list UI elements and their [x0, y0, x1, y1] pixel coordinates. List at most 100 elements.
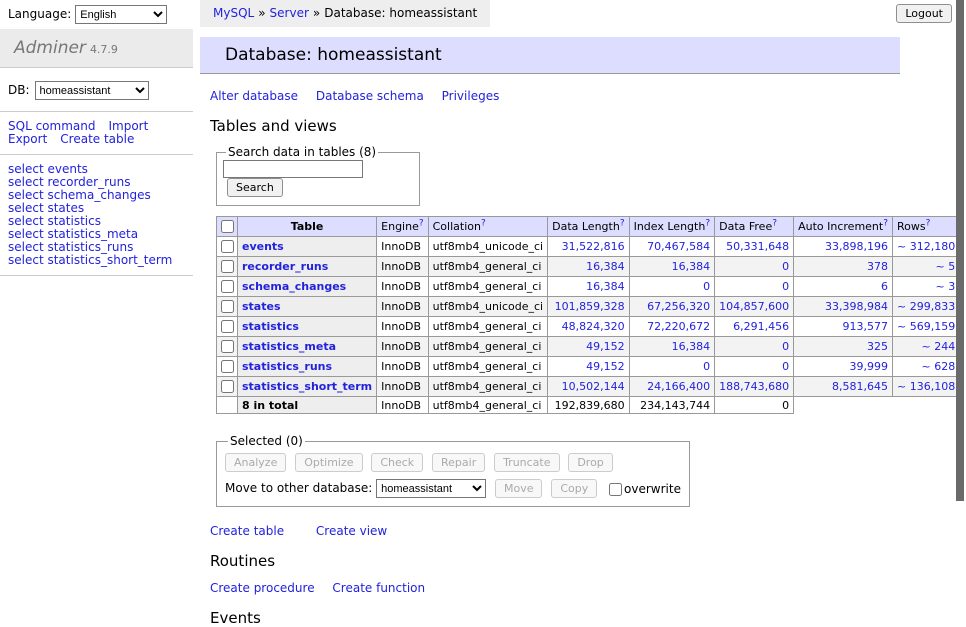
search-input[interactable] [223, 160, 363, 178]
sidebar-item-select-statistics-short-term[interactable]: select statistics_short_term [8, 254, 185, 267]
index-length-link[interactable]: 0 [629, 357, 715, 377]
table-name-link[interactable]: schema_changes [242, 280, 346, 293]
privileges-link[interactable]: Privileges [442, 89, 500, 103]
row-checkbox[interactable] [221, 260, 234, 273]
routines-heading: Routines [210, 552, 958, 570]
table-name-link[interactable]: statistics_short_term [242, 380, 372, 393]
index-length-link[interactable]: 16,384 [629, 337, 715, 357]
data-length-link[interactable]: 10,502,144 [548, 377, 629, 397]
data-length-link[interactable]: 31,522,816 [548, 237, 629, 257]
help-link[interactable]: ? [481, 218, 486, 228]
optimize-button[interactable]: Optimize [295, 453, 362, 472]
rows-count-link[interactable]: ~ 136,108 [893, 377, 960, 397]
move-database-select[interactable]: homeassistant [376, 479, 486, 498]
data-free-link[interactable]: 0 [715, 277, 794, 297]
rows-count-link[interactable]: ~ 569,159 [893, 317, 960, 337]
auto-increment-link[interactable]: 33,898,196 [794, 237, 893, 257]
data-length-link[interactable]: 49,152 [548, 357, 629, 377]
analyze-button[interactable]: Analyze [225, 453, 286, 472]
rows-count-link[interactable]: ~ 3 [893, 277, 960, 297]
index-length-link[interactable]: 70,467,584 [629, 237, 715, 257]
sidebar-link-sql-command[interactable]: SQL command [8, 119, 95, 133]
move-button[interactable]: Move [495, 479, 543, 498]
create-view-link[interactable]: Create view [316, 524, 387, 538]
app-name[interactable]: Adminer [14, 38, 86, 58]
truncate-button[interactable]: Truncate [494, 453, 559, 472]
row-checkbox[interactable] [221, 240, 234, 253]
rows-count-link[interactable]: ~ 628 [893, 357, 960, 377]
sidebar-link-create-table[interactable]: Create table [60, 132, 134, 146]
scrollbar-thumb[interactable] [956, 0, 964, 501]
index-length-link[interactable]: 24,166,400 [629, 377, 715, 397]
column-header-collation: Collation? [428, 217, 547, 237]
help-link[interactable]: ? [419, 218, 424, 228]
rows-count-link[interactable]: ~ 299,833 [893, 297, 960, 317]
index-length-link[interactable]: 0 [629, 277, 715, 297]
table-name-link[interactable]: statistics_runs [242, 360, 332, 373]
select-all-checkbox[interactable] [221, 220, 234, 233]
help-link[interactable]: ? [772, 218, 777, 228]
help-link[interactable]: ? [705, 218, 710, 228]
data-free-link[interactable]: 0 [715, 357, 794, 377]
sidebar-link-import[interactable]: Import [108, 119, 148, 133]
search-button[interactable]: Search [227, 178, 283, 197]
logout-button[interactable]: Logout [896, 4, 952, 23]
help-link[interactable]: ? [883, 218, 888, 228]
auto-increment-link[interactable]: 33,398,984 [794, 297, 893, 317]
breadcrumb-server-link[interactable]: Server [270, 6, 309, 20]
breadcrumb-mysql-link[interactable]: MySQL [213, 6, 254, 20]
table-name-link[interactable]: states [242, 300, 281, 313]
data-free-link[interactable]: 6,291,456 [715, 317, 794, 337]
breadcrumb-separator: » [313, 6, 320, 20]
data-length-link[interactable]: 16,384 [548, 257, 629, 277]
drop-button[interactable]: Drop [568, 453, 612, 472]
row-checkbox[interactable] [221, 380, 234, 393]
data-free-link[interactable]: 50,331,648 [715, 237, 794, 257]
row-checkbox[interactable] [221, 360, 234, 373]
table-name-link[interactable]: recorder_runs [242, 260, 328, 273]
repair-button[interactable]: Repair [432, 453, 485, 472]
table-name-link[interactable]: statistics_meta [242, 340, 336, 353]
create-table-link[interactable]: Create table [210, 524, 284, 538]
engine-cell: InnoDB [377, 237, 428, 257]
data-free-link[interactable]: 0 [715, 257, 794, 277]
create-procedure-link[interactable]: Create procedure [210, 581, 315, 595]
check-button[interactable]: Check [371, 453, 423, 472]
auto-increment-link[interactable]: 39,999 [794, 357, 893, 377]
overwrite-checkbox[interactable] [609, 483, 622, 496]
auto-increment-link[interactable]: 913,577 [794, 317, 893, 337]
data-free-link[interactable]: 0 [715, 337, 794, 357]
rows-count-link[interactable]: ~ 5 [893, 257, 960, 277]
table-name-link[interactable]: events [242, 240, 284, 253]
data-free-link[interactable]: 188,743,680 [715, 377, 794, 397]
index-length-link[interactable]: 72,220,672 [629, 317, 715, 337]
data-length-link[interactable]: 16,384 [548, 277, 629, 297]
auto-increment-link[interactable]: 378 [794, 257, 893, 277]
alter-database-link[interactable]: Alter database [210, 89, 298, 103]
auto-increment-link[interactable]: 8,581,645 [794, 377, 893, 397]
row-checkbox[interactable] [221, 280, 234, 293]
index-length-link[interactable]: 16,384 [629, 257, 715, 277]
row-checkbox[interactable] [221, 300, 234, 313]
data-free-link[interactable]: 104,857,600 [715, 297, 794, 317]
auto-increment-link[interactable]: 325 [794, 337, 893, 357]
language-select[interactable]: English [75, 5, 167, 24]
rows-count-link[interactable]: ~ 244 [893, 337, 960, 357]
database-schema-link[interactable]: Database schema [316, 89, 424, 103]
data-length-link[interactable]: 101,859,328 [548, 297, 629, 317]
row-checkbox[interactable] [221, 320, 234, 333]
row-checkbox[interactable] [221, 340, 234, 353]
copy-button[interactable]: Copy [551, 479, 597, 498]
rows-count-link[interactable]: ~ 312,180 [893, 237, 960, 257]
auto-increment-link[interactable]: 6 [794, 277, 893, 297]
data-length-link[interactable]: 48,824,320 [548, 317, 629, 337]
create-function-link[interactable]: Create function [332, 581, 425, 595]
help-link[interactable]: ? [620, 218, 625, 228]
help-link[interactable]: ? [926, 218, 931, 228]
db-select[interactable]: homeassistant [35, 81, 149, 100]
sidebar-link-export[interactable]: Export [8, 132, 47, 146]
app-title: Adminer4.7.9 [0, 29, 193, 68]
index-length-link[interactable]: 67,256,320 [629, 297, 715, 317]
table-name-link[interactable]: statistics [242, 320, 299, 333]
data-length-link[interactable]: 49,152 [548, 337, 629, 357]
